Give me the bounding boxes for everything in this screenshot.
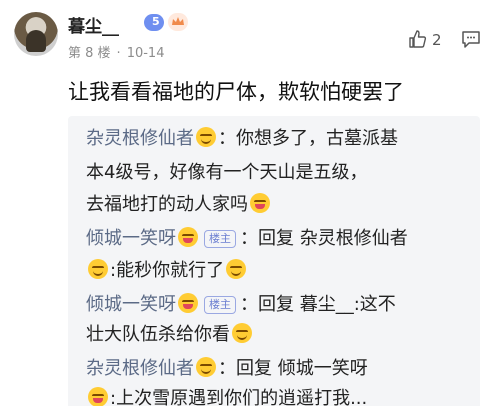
reply-text: :上次雪原遇到你们的逍遥打我... <box>110 388 368 406</box>
wink-tongue-emoji-icon <box>178 293 198 313</box>
post-meta: 第 8 楼 · 10-14 <box>68 46 165 61</box>
reply-item[interactable]: 倾城一笑呀 楼主 ：回复 杂灵根修仙者 <box>86 224 408 250</box>
reply-text: :能秒你就行了 <box>110 260 225 281</box>
reply-text-line: 本4级号，好像有一个天山是五级， <box>86 162 368 183</box>
reply-text: ：回复 倾城一笑呀 <box>218 358 368 379</box>
reply-text-line: :上次雪原遇到你们的逍遥打我... <box>86 384 367 406</box>
reply-item[interactable]: 杂灵根修仙者 ：回复 倾城一笑呀 <box>86 354 368 380</box>
level-badge: 5 <box>144 14 164 31</box>
laugh-emoji-icon <box>226 259 247 279</box>
grin-emoji-icon <box>196 127 216 147</box>
level-number: 5 <box>152 15 160 28</box>
reply-text-line: 去福地打的动人家吗 <box>86 190 272 216</box>
yum-emoji-icon <box>250 193 270 213</box>
owner-tag: 楼主 <box>204 230 236 248</box>
thumbs-up-icon[interactable] <box>408 29 428 49</box>
reply-text: ：你想多了，古墓派基 <box>218 128 398 149</box>
post-content: 让我看看福地的尸体，欺软怕硬罢了 <box>68 80 404 104</box>
reply-item[interactable]: 杂灵根修仙者 ：你想多了，古墓派基 <box>86 124 398 150</box>
reply-username[interactable]: 杂灵根修仙者 <box>86 128 194 149</box>
comment-icon[interactable] <box>460 29 482 49</box>
reply-text-line: 壮大队伍杀给你看 <box>86 320 254 346</box>
reply-username[interactable]: 倾城一笑呀 <box>86 228 176 249</box>
reply-username[interactable]: 倾城一笑呀 <box>86 294 176 315</box>
crown-icon <box>168 13 188 31</box>
floor-number: 第 8 楼 <box>68 46 111 61</box>
reply-username[interactable]: 杂灵根修仙者 <box>86 358 194 379</box>
owner-tag: 楼主 <box>204 296 236 314</box>
post-date: 10-14 <box>126 46 165 61</box>
post-username[interactable]: 暮尘__ <box>68 12 119 37</box>
smile-emoji-icon <box>232 323 252 343</box>
grin-emoji-icon <box>196 357 216 377</box>
like-count: 2 <box>432 31 442 49</box>
reply-text-line: :能秒你就行了 <box>86 256 248 282</box>
wink-tongue-emoji-icon <box>178 227 198 247</box>
avatar[interactable] <box>14 12 58 56</box>
reply-text: ：回复 暮尘__:这不 <box>240 294 396 315</box>
grin-emoji-icon <box>88 259 108 279</box>
reply-item[interactable]: 倾城一笑呀 楼主 ：回复 暮尘__:这不 <box>86 290 396 316</box>
reply-text: 去福地打的动人家吗 <box>86 194 248 215</box>
wink-tongue-emoji-icon <box>88 387 108 406</box>
reply-text: ：回复 杂灵根修仙者 <box>240 228 408 249</box>
reply-text: 壮大队伍杀给你看 <box>86 324 230 345</box>
